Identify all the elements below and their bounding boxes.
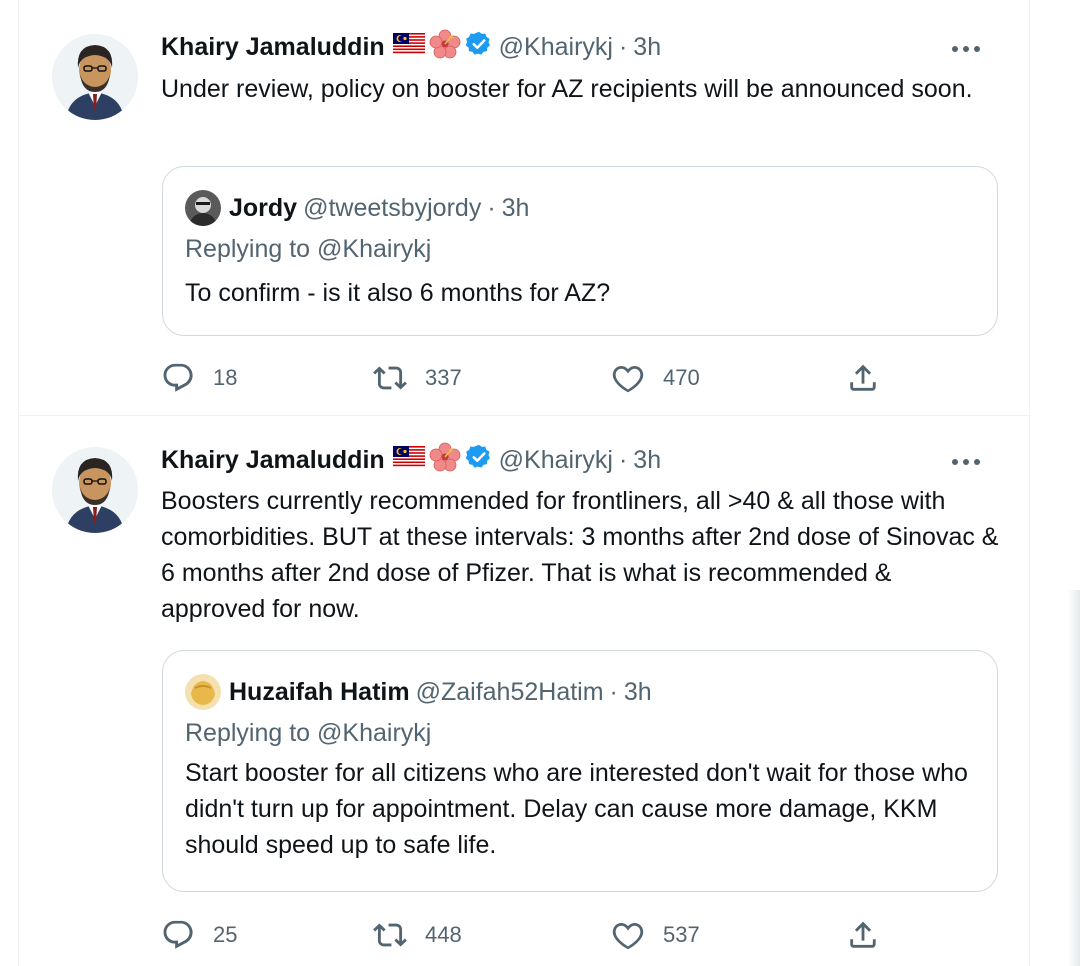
- verified-badge-icon: [465, 443, 493, 478]
- timestamp[interactable]: 3h: [633, 33, 661, 62]
- more-options-icon[interactable]: [949, 32, 983, 66]
- timestamp[interactable]: 3h: [633, 446, 661, 475]
- retweet-icon: [373, 923, 407, 947]
- quoted-tweet[interactable]: Huzaifah Hatim @Zaifah52Hatim · 3h Reply…: [162, 650, 998, 892]
- heart-icon: [612, 365, 644, 393]
- replying-prefix: Replying to: [185, 235, 311, 263]
- replying-to: Replying to @Khairykj: [185, 719, 431, 748]
- like-count: 470: [663, 365, 700, 390]
- quote-avatar: [185, 674, 221, 710]
- reply-count: 25: [213, 922, 238, 947]
- reply-count: 18: [213, 365, 238, 390]
- quote-author-handle: @tweetsbyjordy: [303, 193, 482, 222]
- separator: ·: [487, 193, 496, 222]
- heart-icon: [612, 922, 644, 950]
- timeline-feed: Khairy Jamaluddin @Khairykj · 3h Under r…: [18, 0, 1031, 966]
- tweet[interactable]: Khairy Jamaluddin: [19, 0, 1031, 416]
- tweet-header: Khairy Jamaluddin @Khairykj · 3h: [161, 29, 661, 66]
- quote-author-handle: @Zaifah52Hatim: [415, 677, 604, 706]
- quote-header: Jordy @tweetsbyjordy · 3h: [185, 190, 530, 226]
- author-name[interactable]: Khairy Jamaluddin: [161, 33, 385, 62]
- quoted-tweet[interactable]: Jordy @tweetsbyjordy · 3h Replying to @K…: [162, 166, 998, 336]
- verified-badge-icon: [465, 30, 493, 65]
- author-handle[interactable]: @Khairykj: [499, 446, 613, 475]
- like-button[interactable]: 537: [611, 915, 700, 955]
- reply-icon: [163, 920, 193, 949]
- quote-timestamp: 3h: [501, 193, 530, 222]
- page-edge-shadow: [1068, 590, 1080, 966]
- quote-timestamp: 3h: [623, 677, 652, 706]
- share-button[interactable]: [846, 358, 880, 398]
- share-icon: [850, 364, 876, 391]
- share-button[interactable]: [846, 915, 880, 955]
- tweet-header: Khairy Jamaluddin @Khairykj · 3h: [161, 442, 661, 479]
- separator: ·: [609, 677, 618, 706]
- author-handle[interactable]: @Khairykj: [499, 33, 613, 62]
- retweet-count: 448: [425, 922, 462, 947]
- retweet-count: 337: [425, 365, 462, 390]
- quote-text: To confirm - is it also 6 months for AZ?: [185, 279, 611, 307]
- tweet[interactable]: Khairy Jamaluddin: [19, 417, 1031, 966]
- replying-prefix: Replying to: [185, 719, 311, 747]
- avatar[interactable]: [52, 34, 138, 120]
- like-count: 537: [663, 922, 700, 947]
- replying-mention: @Khairykj: [317, 719, 432, 747]
- action-bar: 25 448 537: [161, 915, 921, 955]
- share-icon: [850, 921, 876, 948]
- tweet-text: Under review, policy on booster for AZ r…: [161, 75, 973, 103]
- like-button[interactable]: 470: [611, 358, 700, 398]
- reply-button[interactable]: 25: [161, 915, 237, 955]
- replying-to: Replying to @Khairykj: [185, 235, 431, 264]
- malaysia-flag-icon: [392, 32, 425, 62]
- quote-avatar: [185, 190, 221, 226]
- retweet-button[interactable]: 448: [373, 915, 462, 955]
- avatar[interactable]: [52, 447, 138, 533]
- replying-mention: @Khairykj: [317, 235, 432, 263]
- hibiscus-icon: [429, 442, 461, 479]
- retweet-icon: [373, 366, 407, 390]
- malaysia-flag-icon: [392, 445, 425, 475]
- author-name[interactable]: Khairy Jamaluddin: [161, 446, 385, 475]
- quote-author-name: Huzaifah Hatim: [229, 677, 410, 706]
- separator: ·: [618, 445, 628, 474]
- action-bar: 18 337 470: [161, 358, 921, 398]
- tweet-text: Boosters currently recommended for front…: [161, 487, 999, 623]
- reply-icon: [163, 363, 193, 392]
- hibiscus-icon: [429, 29, 461, 66]
- quote-author-name: Jordy: [229, 193, 298, 222]
- reply-button[interactable]: 18: [161, 358, 237, 398]
- retweet-button[interactable]: 337: [373, 358, 462, 398]
- separator: ·: [618, 32, 628, 61]
- more-options-icon[interactable]: [949, 445, 983, 479]
- quote-text: Start booster for all citizens who are i…: [185, 759, 968, 859]
- quote-header: Huzaifah Hatim @Zaifah52Hatim · 3h: [185, 674, 652, 710]
